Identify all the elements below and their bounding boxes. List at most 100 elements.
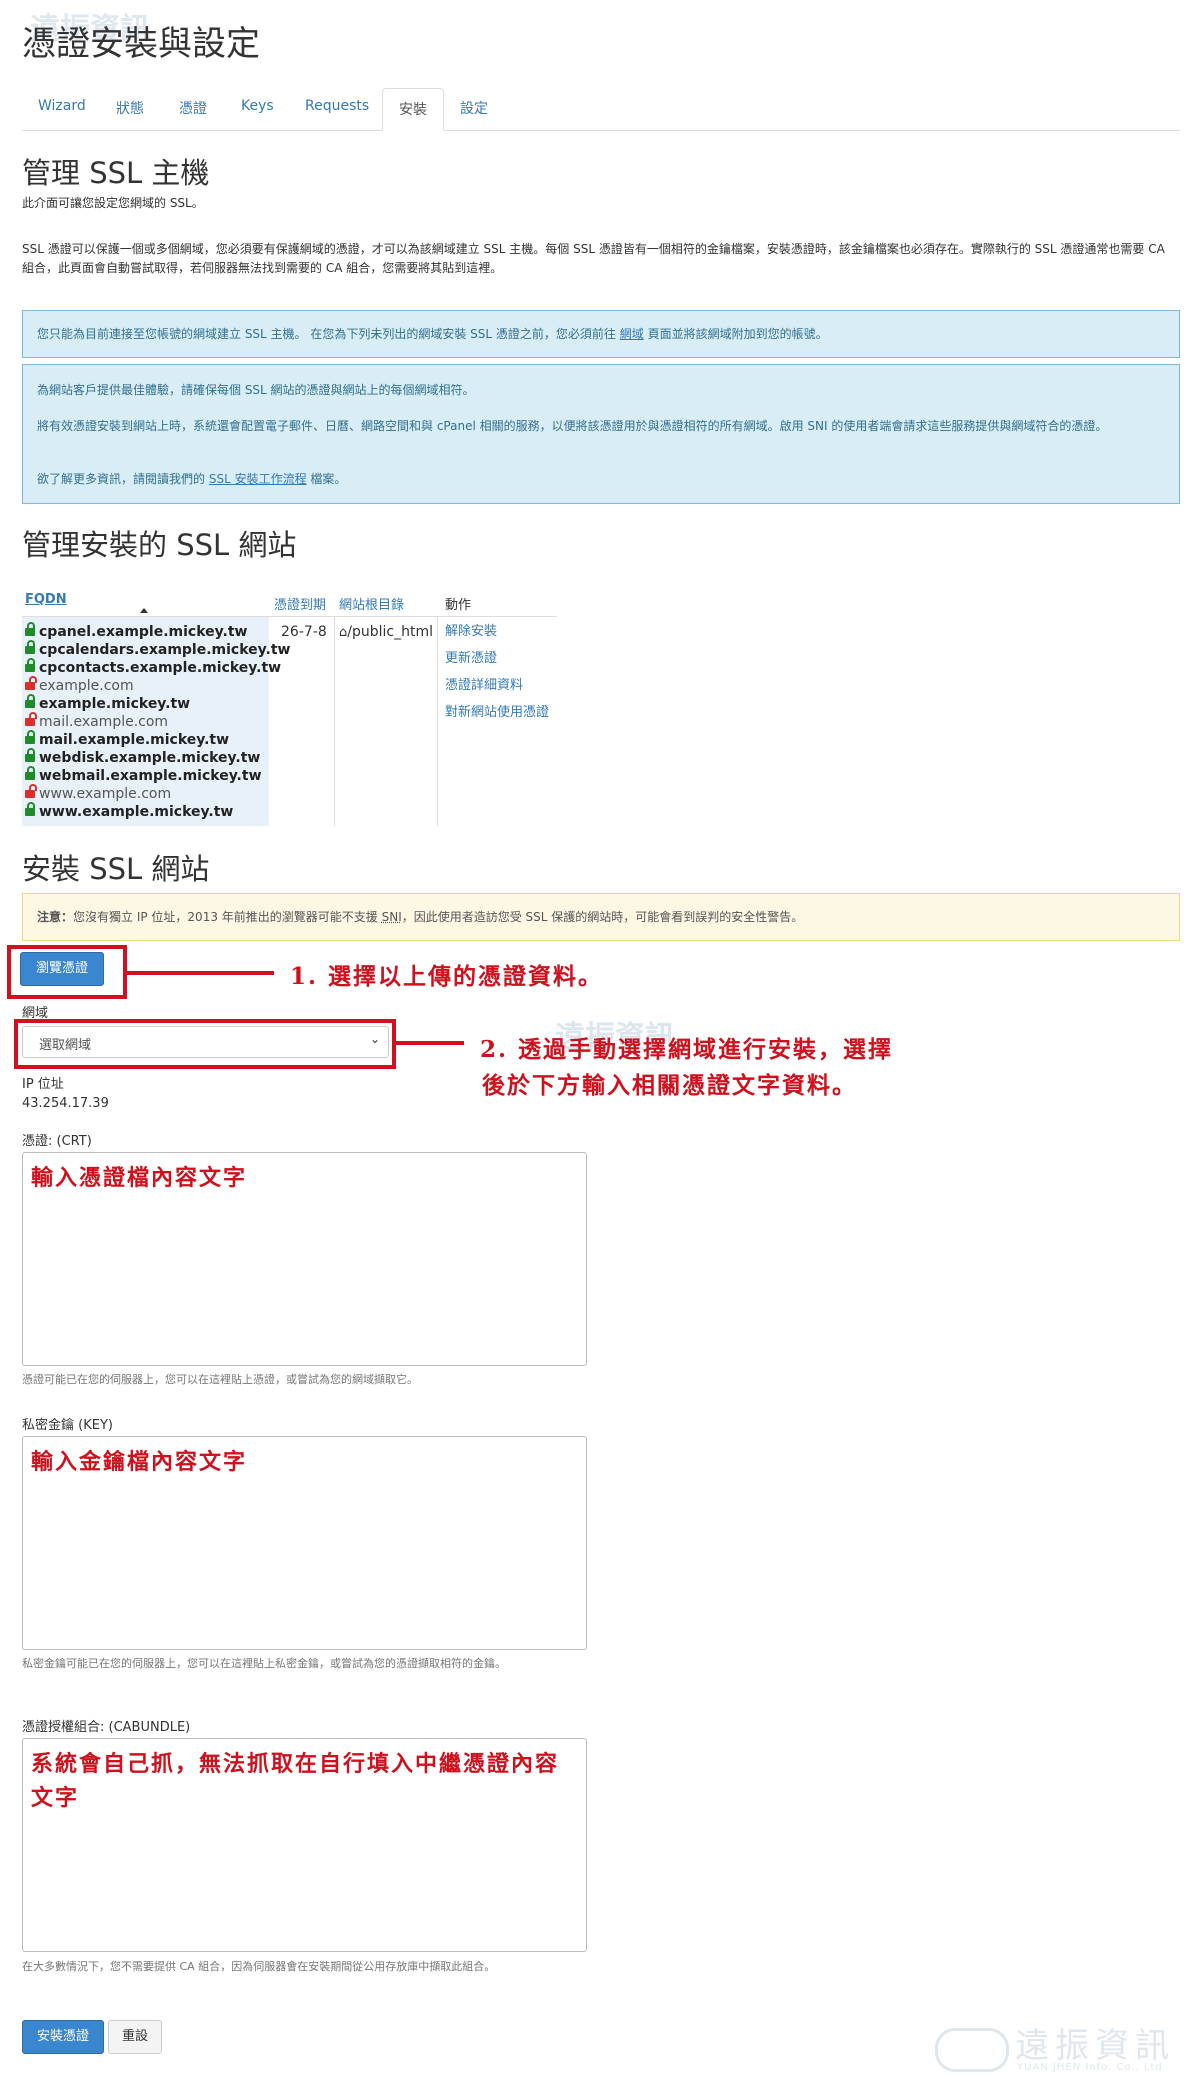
col-header-fqdn[interactable]: FQDN [25, 592, 67, 607]
tab-wizard[interactable]: Wizard [38, 98, 86, 114]
crt-label: 憑證: (CRT) [22, 1134, 92, 1149]
domain-name: www.example.com [39, 786, 172, 802]
chevron-down-icon: ⌄ [369, 1032, 380, 1046]
info-box-domains: 您只能為目前連接至您帳號的網域建立 SSL 主機。 在您為下列未列出的網域安裝 … [22, 310, 1180, 358]
annotation-2-line2: 後於下方輸入相關憑證文字資料。 [482, 1072, 857, 1099]
domain-row: www.example.mickey.tw [25, 802, 269, 821]
tab-status[interactable]: 狀態 [116, 98, 144, 118]
cabundle-textarea[interactable]: 系統會自己抓，無法抓取在自行填入中繼憑證內容文字 [22, 1738, 587, 1952]
tab-install[interactable]: 安裝 [382, 88, 444, 131]
unlock-icon [25, 784, 37, 798]
info-box-sni: 為網站客戶提供最佳體驗，請確保每個 SSL 網站的憑證與網站上的每個網域相符。 … [22, 364, 1180, 504]
domain-select[interactable]: 選取網域 ⌄ [22, 1026, 389, 1058]
unlock-icon [25, 712, 37, 726]
key-textarea[interactable]: 輸入金鑰檔內容文字 [22, 1436, 587, 1650]
crt-help: 憑證可能已在您的伺服器上，您可以在這裡貼上憑證，或嘗試為您的網域擷取它。 [22, 1373, 418, 1386]
info-p3-after: 檔案。 [310, 472, 347, 486]
manage-host-desc: SSL 憑證可以保護一個或多個網域，您必須要有保護網域的憑證，才可以為該網域建立… [22, 242, 1165, 275]
watermark-sub: YUAN JHEN Info. Co., Ltd [1017, 2062, 1163, 2073]
manage-host-intro: 此介面可讓您設定您網域的 SSL。 [22, 196, 204, 210]
domain-row: mail.example.mickey.tw [25, 730, 269, 749]
domain-row: example.mickey.tw [25, 694, 269, 713]
domain-row: cpcontacts.example.mickey.tw [25, 658, 281, 677]
domain-row: cpanel.example.mickey.tw [25, 622, 269, 641]
annotation-line-1 [126, 971, 274, 975]
col-header-docroot[interactable]: 網站根目錄 [339, 594, 404, 613]
tab-keys[interactable]: Keys [241, 98, 274, 114]
info-p1: 為網站客戶提供最佳體驗，請確保每個 SSL 網站的憑證與網站上的每個網域相符。 [37, 383, 475, 397]
domain-row: webmail.example.mickey.tw [25, 766, 269, 785]
tab-certificates[interactable]: 憑證 [179, 98, 207, 118]
domain-name: mail.example.mickey.tw [39, 732, 230, 748]
domain-row: example.com [25, 676, 269, 695]
annotation-2-line1: 2. 透過手動選擇網域進行安裝，選擇 [480, 1036, 894, 1063]
update-cert-link[interactable]: 更新憑證 [445, 645, 549, 672]
ip-label: IP 位址 [22, 1077, 64, 1092]
ip-value: 43.254.17.39 [22, 1096, 109, 1111]
domain-name: cpanel.example.mickey.tw [39, 624, 248, 640]
install-heading: 安裝 SSL 網站 [22, 852, 210, 886]
page-title: 憑證安裝與設定 [22, 24, 260, 64]
domain-name: cpcalendars.example.mickey.tw [39, 642, 291, 658]
docroot-path: /public_html [347, 624, 433, 640]
domain-row: mail.example.com [25, 712, 269, 731]
manage-host-heading: 管理 SSL 主機 [22, 156, 210, 190]
cabundle-label: 憑證授權組合: (CABUNDLE) [22, 1720, 191, 1735]
warning-label: 注意： [37, 910, 74, 924]
domain-name: webdisk.example.mickey.tw [39, 750, 261, 766]
lock-icon [25, 802, 35, 816]
annotation-1: 1. 選擇以上傳的憑證資料。 [290, 963, 604, 990]
watermark-bottom: 遠振資訊 YUAN JHEN Info. Co., Ltd [935, 2018, 1175, 2076]
info-box-text-after: 頁面並將該網域附加到您的帳號。 [647, 327, 828, 341]
lock-icon [25, 622, 35, 636]
ssl-workflow-link[interactable]: SSL 安裝工作流程 [209, 472, 307, 486]
domain-row: cpcalendars.example.mickey.tw [25, 640, 290, 659]
col-header-actions: 動作 [445, 598, 472, 613]
domain-row: www.example.com [25, 784, 269, 803]
installed-sites-heading: 管理安裝的 SSL 網站 [22, 528, 297, 562]
domain-name: example.com [39, 678, 134, 694]
cloud-logo-icon [935, 2028, 1009, 2072]
lock-icon [25, 748, 35, 762]
info-p3: 欲了解更多資訊，請閱讀我們的 [37, 472, 206, 486]
use-cert-new-site-link[interactable]: 對新網站使用憑證 [445, 699, 549, 726]
install-certificate-button[interactable]: 安裝憑證 [22, 2020, 104, 2054]
domains-link[interactable]: 網域 [620, 327, 644, 341]
domain-select-value: 選取網域 [39, 1038, 92, 1053]
watermark-brand: 遠振資訊 [1015, 2026, 1175, 2066]
expiry-date: 26-7-8 [281, 624, 327, 640]
col-header-expiry[interactable]: 憑證到期 [274, 594, 326, 613]
tab-bar: Wizard 狀態 憑證 Keys Requests 安裝 設定 [22, 88, 1180, 131]
domain-name: www.example.mickey.tw [39, 804, 234, 820]
warning-text: 您沒有獨立 IP 位址，2013 年前推出的瀏覽器可能不支援 [73, 910, 382, 924]
browse-certificates-button[interactable]: 瀏覽憑證 [20, 952, 104, 986]
key-help: 私密金鑰可能已在您的伺服器上，您可以在這裡貼上私密金鑰，或嘗試為您的憑證擷取相符… [22, 1657, 506, 1670]
domain-name: example.mickey.tw [39, 696, 191, 712]
tab-settings[interactable]: 設定 [460, 98, 488, 118]
lock-icon [25, 730, 35, 744]
uninstall-link[interactable]: 解除安裝 [445, 618, 549, 645]
warning-text-after: ，因此使用者造訪您受 SSL 保護的網站時，可能會看到誤判的安全性警告。 [401, 910, 804, 924]
installed-sites-table: FQDN 憑證到期 網站根目錄 動作 cpanel.example.mickey… [22, 588, 562, 826]
domain-row: webdisk.example.mickey.tw [25, 748, 269, 767]
sni-warning: 注意：您沒有獨立 IP 位址，2013 年前推出的瀏覽器可能不支援 SNI，因此… [22, 893, 1180, 941]
lock-icon [25, 640, 35, 654]
domain-name: webmail.example.mickey.tw [39, 768, 262, 784]
docroot-cell: ⌂/public_html [339, 624, 433, 640]
unlock-icon [25, 676, 37, 690]
info-box-text: 您只能為目前連接至您帳號的網域建立 SSL 主機。 在您為下列未列出的網域安裝 … [37, 327, 616, 341]
sort-arrow-icon [140, 608, 148, 613]
sni-abbr: SNI [381, 910, 402, 924]
domain-list: cpanel.example.mickey.tw cpcalendars.exam… [25, 622, 290, 821]
reset-button[interactable]: 重設 [108, 2020, 162, 2054]
tab-requests[interactable]: Requests [305, 98, 369, 114]
lock-icon [25, 766, 35, 780]
info-p2: 將有效憑證安裝到網站上時，系統還會配置電子郵件、日曆、網路空間和與 cPanel… [37, 419, 1108, 433]
key-label: 私密金鑰 (KEY) [22, 1418, 113, 1433]
domain-name: mail.example.com [39, 714, 169, 730]
cabundle-help: 在大多數情況下，您不需要提供 CA 組合，因為伺服器會在安裝期間從公用存放庫中擷… [22, 1960, 496, 1973]
cert-details-link[interactable]: 憑證詳細資料 [445, 672, 549, 699]
crt-textarea[interactable]: 輸入憑證檔內容文字 [22, 1152, 587, 1366]
annotation-line-2 [396, 1041, 464, 1045]
domain-name: cpcontacts.example.mickey.tw [39, 660, 282, 676]
